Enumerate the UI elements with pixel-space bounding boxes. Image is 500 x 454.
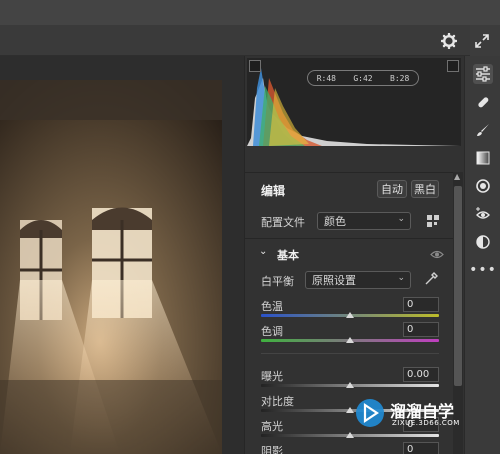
r-label: R:: [316, 73, 327, 83]
chevron-down-icon: ⌄: [397, 214, 405, 224]
b-value: 28: [399, 73, 410, 83]
chevron-down-icon: ⌄: [397, 273, 405, 283]
profile-label: 配置文件: [261, 216, 305, 229]
eyedropper-icon[interactable]: [423, 271, 439, 287]
panel-title: 编辑: [261, 184, 286, 198]
wb-select[interactable]: 原照设置 ⌄: [305, 271, 411, 289]
basic-section-title[interactable]: 基本: [277, 247, 299, 263]
shadows-label: 阴影: [261, 445, 283, 454]
auto-button[interactable]: 自动: [377, 180, 407, 198]
scrollbar-thumb[interactable]: [454, 186, 462, 386]
scroll-up-icon[interactable]: ▲: [454, 172, 460, 181]
shadow-clipping-icon[interactable]: [249, 60, 261, 72]
healing-icon[interactable]: [473, 92, 493, 112]
presets-icon[interactable]: [473, 232, 493, 252]
tint-slider-thumb[interactable]: [346, 337, 354, 343]
more-icon[interactable]: •••: [469, 260, 496, 280]
expand-icon[interactable]: [474, 33, 490, 49]
radial-icon[interactable]: [473, 176, 493, 196]
top-toolbar: [0, 25, 470, 56]
profile-select[interactable]: 颜色 ⌄: [317, 212, 411, 230]
watermark-logo: 溜溜自学 ZIXUE.3D66.COM: [352, 393, 472, 433]
wb-label: 白平衡: [261, 275, 294, 288]
tint-label: 色调: [261, 325, 283, 338]
temperature-slider-thumb[interactable]: [346, 312, 354, 318]
profile-value: 颜色: [324, 215, 346, 228]
redeye-icon[interactable]: [473, 204, 493, 224]
tint-value[interactable]: 0: [403, 322, 439, 337]
g-label: G:: [353, 73, 363, 83]
gradient-icon[interactable]: [473, 148, 493, 168]
profile-browser-icon[interactable]: [426, 214, 440, 228]
temperature-value[interactable]: 0: [403, 297, 439, 312]
r-value: 48: [326, 73, 336, 83]
divider: [245, 238, 453, 239]
brush-icon[interactable]: [473, 120, 493, 140]
b-label: B:: [390, 73, 400, 83]
chevron-down-icon[interactable]: ⌄: [259, 246, 267, 257]
eye-icon[interactable]: [430, 250, 444, 259]
divider: [261, 353, 439, 354]
exposure-label: 曝光: [261, 370, 283, 383]
highlight-clipping-icon[interactable]: [447, 60, 459, 72]
divider: [245, 172, 453, 173]
highlights-label: 高光: [261, 420, 283, 433]
gear-icon[interactable]: [441, 33, 457, 49]
histogram: R:48 G:42 B:28: [247, 58, 461, 146]
exposure-slider-thumb[interactable]: [346, 382, 354, 388]
exposure-value[interactable]: 0.00: [403, 367, 439, 382]
photo-preview[interactable]: [0, 80, 222, 454]
rgb-readout: R:48 G:42 B:28: [307, 70, 419, 86]
wb-value: 原照设置: [312, 274, 356, 287]
sliders-icon[interactable]: [473, 64, 493, 84]
bw-button[interactable]: 黑白: [411, 180, 439, 198]
contrast-label: 对比度: [261, 395, 294, 408]
shadows-value[interactable]: 0: [403, 442, 439, 454]
g-value: 42: [362, 73, 373, 83]
temperature-label: 色温: [261, 300, 283, 313]
window-title-bar: [0, 0, 500, 25]
watermark-url: ZIXUE.3D66.COM: [392, 419, 460, 427]
